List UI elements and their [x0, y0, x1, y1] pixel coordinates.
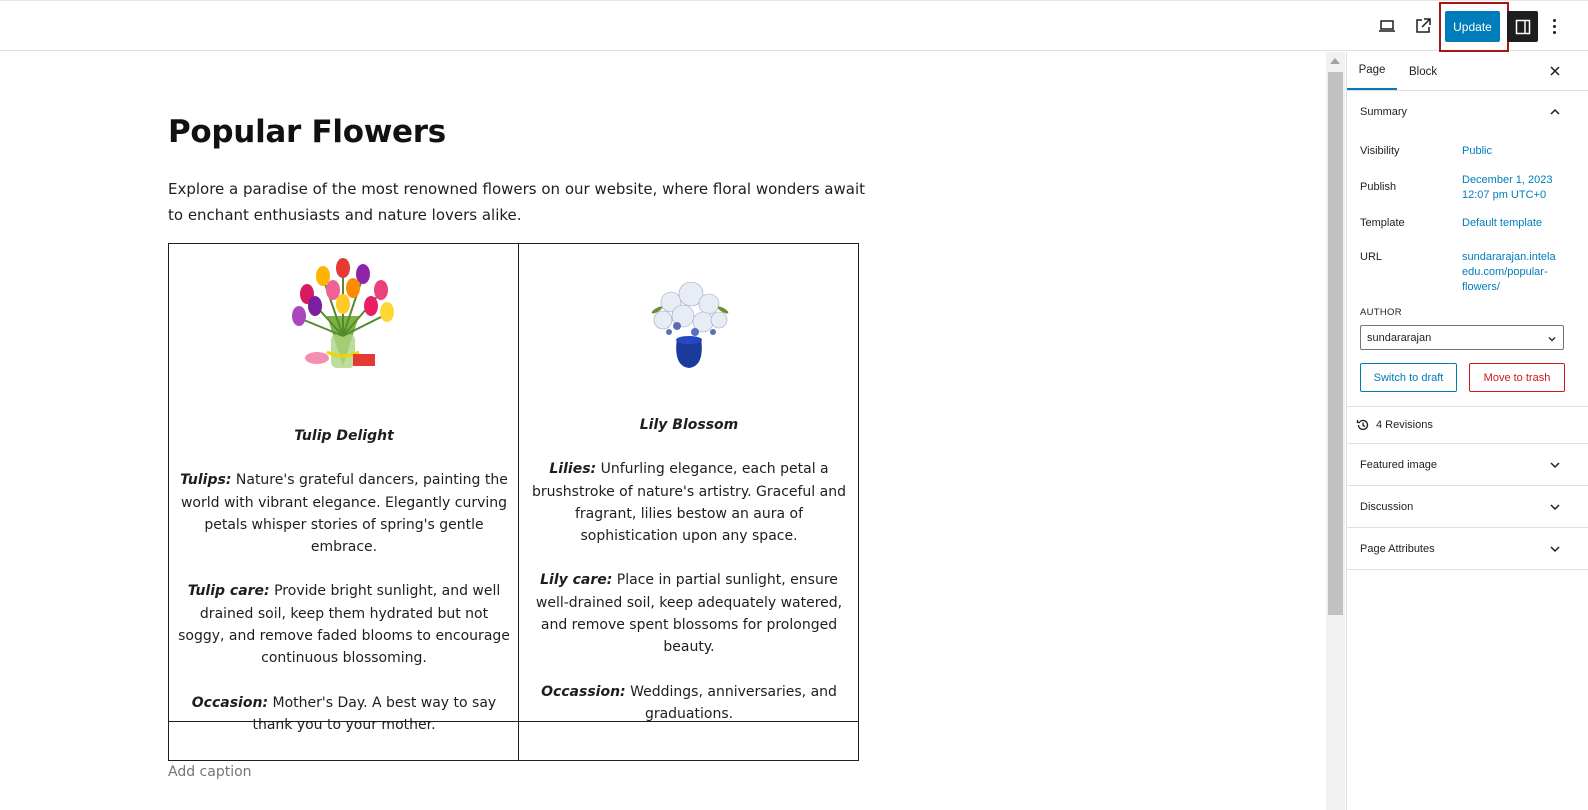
- lily-card-title: Lily Blossom: [639, 417, 739, 433]
- tulip-occasion-label: Occasion:: [191, 694, 269, 711]
- page-attributes-heading: Page Attributes: [1360, 542, 1435, 555]
- lily-desc-label: Lilies:: [549, 461, 597, 478]
- discussion-panel-toggle[interactable]: Discussion: [1347, 486, 1588, 528]
- publish-label: Publish: [1360, 181, 1397, 193]
- lily-description: Lilies: Unfurling elegance, each petal a…: [527, 458, 851, 547]
- chevron-down-icon: [1550, 504, 1560, 511]
- tulip-care-label: Tulip care:: [187, 583, 270, 600]
- url-value[interactable]: sundararajan.intela edu.com/popular- flo…: [1462, 250, 1556, 295]
- discussion-heading: Discussion: [1360, 500, 1414, 513]
- scroll-up-arrow-icon[interactable]: [1330, 58, 1340, 64]
- publish-time-line: 12:07 pm UTC+0: [1462, 189, 1547, 201]
- publish-date-line: December 1, 2023: [1462, 174, 1553, 186]
- external-link-icon[interactable]: [1410, 13, 1436, 39]
- chevron-down-icon: [1548, 337, 1556, 342]
- table-column-divider: [518, 244, 519, 760]
- lily-occasion: Occassion: Weddings, anniversaries, and …: [527, 681, 851, 726]
- author-select[interactable]: sundararajan: [1360, 325, 1564, 350]
- author-value: sundararajan: [1367, 331, 1432, 344]
- tulip-desc-label: Tulips:: [180, 472, 232, 489]
- revisions-link[interactable]: 4 Revisions: [1347, 406, 1588, 444]
- intro-paragraph[interactable]: Explore a paradise of the most renowned …: [168, 176, 868, 228]
- featured-image-panel-toggle[interactable]: Featured image: [1347, 444, 1588, 486]
- featured-image-heading: Featured image: [1360, 458, 1438, 471]
- visibility-label: Visibility: [1360, 145, 1400, 157]
- lily-care: Lily care: Place in partial sunlight, en…: [527, 569, 851, 658]
- history-icon: [1356, 419, 1369, 431]
- editor-toolbar: Update: [0, 0, 1588, 52]
- template-value[interactable]: Default template: [1462, 216, 1542, 231]
- more-vertical-icon[interactable]: [1545, 13, 1563, 39]
- switch-to-draft-button[interactable]: Switch to draft: [1360, 363, 1457, 392]
- tulip-care: Tulip care: Provide bright sunlight, and…: [177, 580, 511, 669]
- tab-block[interactable]: Block: [1409, 52, 1439, 91]
- tulip-card-title: Tulip Delight: [294, 428, 394, 444]
- template-label: Template: [1360, 217, 1405, 229]
- flowers-table[interactable]: Tulip Delight Tulips: Nature's grateful …: [168, 243, 859, 761]
- visibility-value[interactable]: Public: [1462, 144, 1492, 159]
- tulip-description: Tulips: Nature's grateful dancers, paint…: [177, 469, 511, 558]
- editor-scrollbar[interactable]: [1326, 52, 1345, 810]
- chevron-down-icon: [1550, 546, 1560, 553]
- move-to-trash-button[interactable]: Move to trash: [1469, 363, 1565, 392]
- author-label: AUTHOR: [1360, 307, 1402, 318]
- tab-page[interactable]: Page: [1347, 52, 1397, 90]
- lily-occasion-text: Weddings, anniversaries, and graduations…: [625, 683, 837, 722]
- page-title[interactable]: Popular Flowers: [168, 114, 446, 150]
- lily-card[interactable]: Lily Blossom Lilies: Unfurling elegance,…: [527, 244, 851, 725]
- chevron-down-icon: [1550, 462, 1560, 469]
- tulip-occasion: Occasion: Mother's Day. A best way to sa…: [177, 692, 511, 737]
- sidebar-icon[interactable]: [1507, 11, 1538, 42]
- lily-occasion-label: Occassion:: [541, 683, 626, 700]
- settings-sidebar: Page Block Summary Visibility Public Pub…: [1346, 52, 1588, 810]
- tulip-occasion-text: Mother's Day. A best way to say thank yo…: [252, 694, 497, 733]
- url-line: flowers/: [1462, 281, 1500, 293]
- tulip-card[interactable]: Tulip Delight Tulips: Nature's grateful …: [177, 244, 511, 736]
- summary-heading: Summary: [1360, 106, 1408, 118]
- url-label: URL: [1360, 251, 1383, 263]
- update-button[interactable]: Update: [1445, 11, 1500, 42]
- sidebar-tabs: Page Block: [1347, 52, 1588, 91]
- revisions-label: 4 Revisions: [1376, 419, 1433, 431]
- page-attributes-panel-toggle[interactable]: Page Attributes: [1347, 528, 1588, 570]
- editor-canvas: Popular Flowers Explore a paradise of th…: [0, 52, 1326, 810]
- url-line: edu.com/popular-: [1462, 266, 1548, 278]
- table-caption-placeholder[interactable]: Add caption: [168, 764, 252, 780]
- url-line: sundararajan.intela: [1462, 251, 1556, 263]
- summary-panel-toggle[interactable]: Summary: [1347, 91, 1588, 133]
- lily-care-label: Lily care:: [540, 572, 613, 589]
- laptop-icon[interactable]: [1374, 13, 1400, 39]
- chevron-up-icon: [1550, 108, 1560, 115]
- publish-date[interactable]: December 1, 2023 12:07 pm UTC+0: [1462, 173, 1553, 203]
- scrollbar-thumb[interactable]: [1328, 72, 1343, 615]
- close-icon[interactable]: [1547, 63, 1563, 79]
